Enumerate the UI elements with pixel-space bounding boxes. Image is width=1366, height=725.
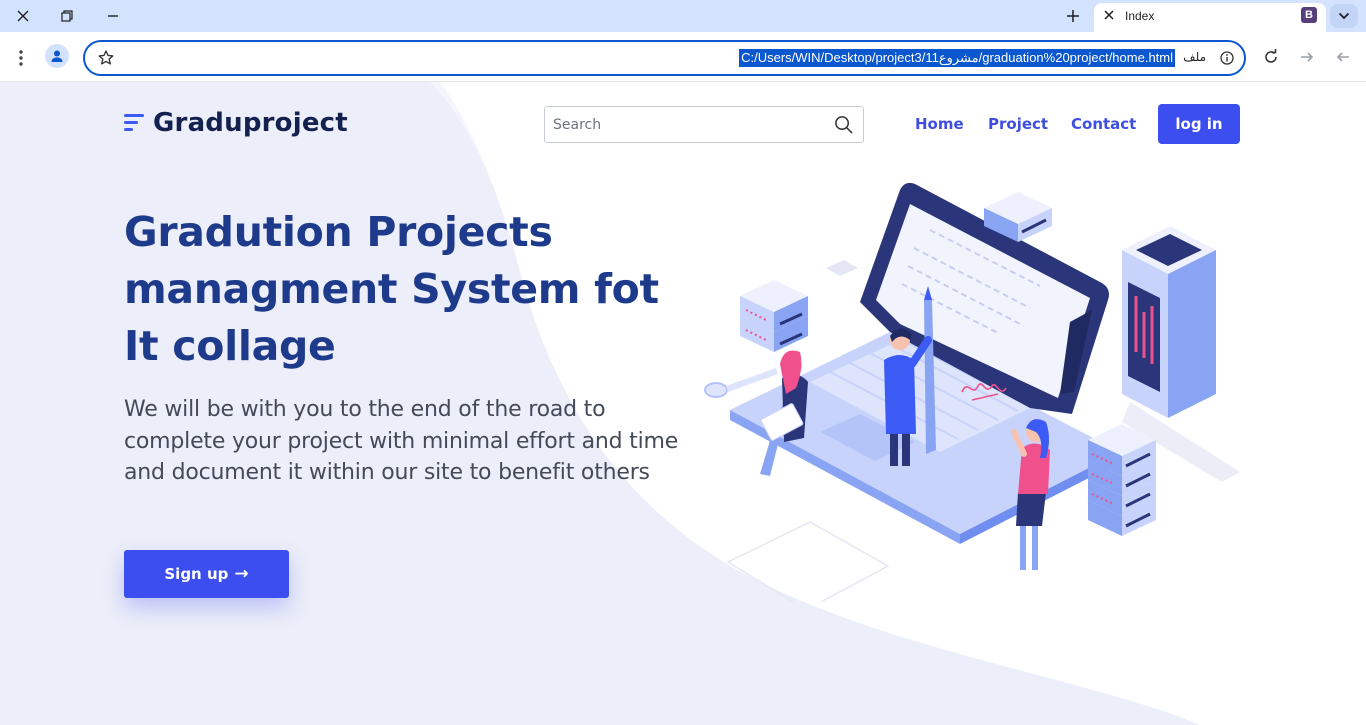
nav-link-home[interactable]: Home (915, 115, 964, 133)
brand-name: Graduproject (153, 108, 348, 138)
plus-icon (1067, 10, 1079, 22)
file-scheme-label: ملف (1183, 50, 1206, 64)
hero-title-line: It collage (124, 322, 336, 370)
search-input[interactable] (545, 107, 825, 142)
reload-button[interactable] (1257, 43, 1285, 71)
arrow-right-icon (1301, 52, 1314, 62)
menu-lines-icon (124, 110, 146, 136)
hero-title-line: Gradution Projects (124, 208, 553, 256)
info-icon[interactable] (1220, 51, 1234, 65)
hero-title-line: managment System fot (124, 265, 659, 313)
reload-icon (1265, 49, 1277, 63)
server-stack-bottom-right (1088, 424, 1156, 536)
minimize-icon (108, 15, 118, 17)
minimize-window-button[interactable] (90, 0, 136, 32)
close-icon (1104, 10, 1114, 20)
back-button[interactable] (1329, 43, 1357, 71)
arrow-right-icon: → (234, 564, 249, 584)
search-icon[interactable] (834, 115, 853, 134)
floating-tile-shape (826, 260, 858, 276)
tab-title: Index (1125, 9, 1155, 23)
login-button[interactable]: log in (1158, 104, 1240, 144)
hero-title: Gradution Projects managment System fot … (124, 204, 704, 375)
nav-link-contact[interactable]: Contact (1071, 115, 1136, 133)
search-box (544, 106, 864, 143)
arrow-left-icon (1336, 52, 1349, 62)
tab-search-button[interactable] (1330, 4, 1358, 28)
bootstrap-favicon-icon: B (1301, 7, 1317, 23)
menu-button[interactable] (7, 44, 35, 72)
url-text[interactable]: C:/Users/WIN/Desktop/project3/11مشروع/gr… (739, 49, 1175, 67)
close-icon (17, 10, 29, 22)
hero-illustration (704, 182, 1240, 602)
chevron-down-icon (1338, 12, 1350, 20)
signup-label: Sign up (164, 565, 229, 583)
brand-logo[interactable]: Graduproject (124, 108, 348, 138)
forward-button[interactable] (1293, 43, 1321, 71)
profile-button[interactable] (45, 44, 69, 68)
browser-toolbar: C:/Users/WIN/Desktop/project3/11مشروع/gr… (0, 32, 1366, 82)
server-stack-left (740, 280, 808, 352)
nav-link-project[interactable]: Project (988, 115, 1048, 133)
hero-description: We will be with you to the end of the ro… (124, 397, 679, 485)
signup-button[interactable]: Sign up → (124, 550, 289, 598)
tab-close-button[interactable] (1100, 6, 1118, 24)
browser-tab[interactable]: Index B (1094, 3, 1326, 32)
page-viewport: Graduproject Home Project Contact log in… (0, 82, 1366, 725)
browser-titlebar: Index B (0, 0, 1366, 32)
bookmark-star-icon[interactable] (97, 49, 115, 67)
person-icon (51, 50, 63, 62)
kebab-menu-icon (19, 50, 23, 66)
address-bar[interactable]: C:/Users/WIN/Desktop/project3/11مشروع/gr… (83, 40, 1246, 76)
restore-icon (61, 10, 73, 22)
floor-tile-shape (726, 521, 890, 602)
new-tab-button[interactable] (1060, 3, 1086, 29)
close-window-button[interactable] (0, 0, 46, 32)
restore-window-button[interactable] (44, 0, 90, 32)
